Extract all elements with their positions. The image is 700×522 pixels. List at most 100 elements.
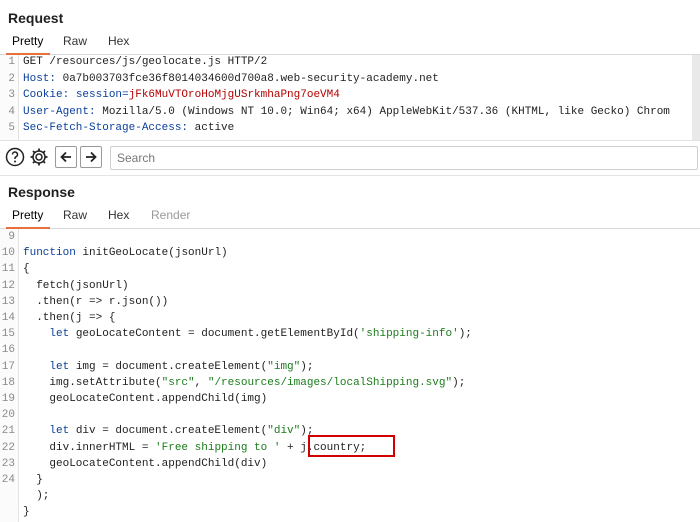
arrow-right-icon[interactable]	[80, 146, 102, 168]
code-token: {	[23, 263, 30, 276]
code-text: }	[23, 506, 30, 518]
tab-raw[interactable]: Raw	[63, 208, 87, 222]
tab-render[interactable]: Render	[151, 208, 190, 222]
code-line: 12 fetch(jsonUrl)	[0, 280, 700, 296]
code-token: "/resources/images/localShipping.svg"	[207, 376, 453, 389]
code-text: GET /resources/js/geolocate.js HTTP/2	[23, 56, 267, 68]
line-number: 3	[8, 89, 15, 101]
code-text: .then(r => r.json())	[23, 296, 168, 308]
code-token: let	[49, 328, 76, 341]
line-number: 14	[1, 312, 15, 324]
line-number: 12	[1, 279, 15, 292]
code-line: 15 let geoLocateContent = document.getEl…	[0, 328, 700, 344]
code-token: }	[23, 506, 30, 519]
line-number: 9	[8, 231, 15, 243]
code-token: "src"	[161, 376, 195, 389]
line-number: 16	[1, 344, 15, 357]
line-number: 19	[1, 393, 15, 405]
line-number: 4	[8, 105, 15, 118]
code-token: img.setAttribute(	[23, 376, 162, 389]
gear-icon[interactable]	[28, 146, 50, 168]
code-token: User-Agent:	[23, 105, 103, 118]
request-scrollbar[interactable]	[692, 55, 700, 140]
code-line: 5 Sec-Fetch-Storage-Access: active	[0, 122, 700, 138]
code-token: jFk6MuVTOroHoMjgUSrkmhaPng7oeVM4	[128, 89, 340, 101]
code-token: Cookie:	[23, 89, 76, 101]
line-number: 20	[1, 409, 15, 422]
help-icon[interactable]	[4, 146, 26, 168]
code-token: active	[194, 122, 235, 134]
code-text: geoLocateContent.appendChild(img)	[23, 393, 267, 405]
code-token: initGeoLocate(jsonUrl)	[82, 247, 228, 260]
line-number: 1	[8, 56, 15, 68]
code-line: 24 }	[0, 474, 700, 490]
code-token: .then(r => r.json())	[23, 295, 169, 308]
line-number: 5	[8, 122, 15, 134]
code-token: );	[23, 490, 50, 503]
code-text: }	[23, 474, 43, 486]
line-number: 10	[1, 247, 15, 260]
line-number: 21	[1, 425, 15, 438]
code-token: Mozilla/5.0 (Windows NT 10.0; Win64; x64…	[102, 105, 670, 118]
code-token: 'Free shipping to '	[155, 441, 281, 454]
code-token: "div"	[267, 425, 301, 438]
code-line: 18 img.setAttribute("src", "/resources/i…	[0, 377, 700, 393]
code-text: let div = document.createElement("div");	[23, 425, 313, 437]
code-text: fetch(jsonUrl)	[23, 279, 129, 292]
search-input[interactable]: Search	[110, 146, 698, 170]
code-token: div = document.createElement(	[75, 425, 268, 438]
code-token: Host:	[23, 72, 63, 85]
code-token: }	[23, 474, 43, 486]
line-number: 2	[8, 72, 15, 85]
code-line: 9	[0, 231, 700, 247]
code-token: GET /resources/js/geolocate.js HTTP/2	[23, 56, 268, 68]
code-text: function initGeoLocate(jsonUrl)	[23, 247, 228, 259]
code-text: Host: 0a7b003703fce36f8014034600d700a8.w…	[23, 73, 439, 85]
code-token: 'shipping-info'	[359, 328, 459, 341]
search-toolbar: Search	[0, 140, 700, 176]
tab-pretty[interactable]: Pretty	[12, 208, 43, 222]
code-line: 11 {	[0, 263, 700, 279]
code-token: let	[49, 360, 76, 373]
code-text: {	[23, 263, 30, 275]
request-tabs: Pretty Raw Hex	[0, 32, 700, 55]
tab-raw[interactable]: Raw	[63, 34, 87, 48]
line-number: 22	[1, 441, 15, 454]
line-number: 18	[1, 376, 15, 389]
code-token: let	[49, 425, 76, 438]
code-token: 0a7b003703fce36f8014034600d700a8.web-sec…	[62, 72, 439, 85]
code-token: geoLocateContent = document.getElementBy…	[75, 328, 360, 341]
line-number: 24	[1, 474, 15, 486]
search-placeholder: Search	[117, 151, 156, 165]
code-line: );	[0, 490, 700, 506]
line-number: 23	[1, 457, 15, 470]
code-text: );	[23, 490, 49, 502]
code-text: let geoLocateContent = document.getEleme…	[23, 328, 472, 340]
code-token: fetch(jsonUrl)	[23, 279, 129, 292]
code-token: Sec-Fetch-Storage-Access:	[23, 122, 195, 134]
code-text: .then(j => {	[23, 312, 115, 324]
code-line: 17 let img = document.createElement("img…	[0, 361, 700, 377]
tab-pretty[interactable]: Pretty	[12, 34, 43, 48]
code-token: );	[300, 360, 314, 373]
arrow-left-icon[interactable]	[55, 146, 77, 168]
code-line: 23 geoLocateContent.appendChild(div)	[0, 458, 700, 474]
code-text: let img = document.createElement("img");	[23, 361, 313, 373]
code-text: geoLocateContent.appendChild(div)	[23, 458, 267, 470]
code-text: Cookie: session=jFk6MuVTOroHoMjgUSrkmhaP…	[23, 89, 340, 101]
code-token: img = document.createElement(	[75, 360, 268, 373]
response-editor[interactable]: 9 10 function initGeoLocate(jsonUrl) 11 {12 …	[0, 229, 700, 522]
code-token: ,	[194, 376, 208, 389]
line-number: 15	[1, 328, 15, 341]
code-line: 3 Cookie: session=jFk6MuVTOroHoMjgUSrkmha…	[0, 89, 700, 105]
request-editor[interactable]: 1 GET /resources/js/geolocate.js HTTP/2 2 H…	[0, 55, 700, 140]
code-token: div.innerHTML =	[23, 441, 156, 454]
tab-hex[interactable]: Hex	[108, 34, 129, 48]
code-token: "img"	[267, 360, 301, 373]
code-text: img.setAttribute("src", "/resources/imag…	[23, 377, 465, 389]
tab-hex[interactable]: Hex	[108, 208, 129, 222]
code-line: 19 geoLocateContent.appendChild(img)	[0, 393, 700, 409]
response-tabs: Pretty Raw Hex Render	[0, 206, 700, 229]
